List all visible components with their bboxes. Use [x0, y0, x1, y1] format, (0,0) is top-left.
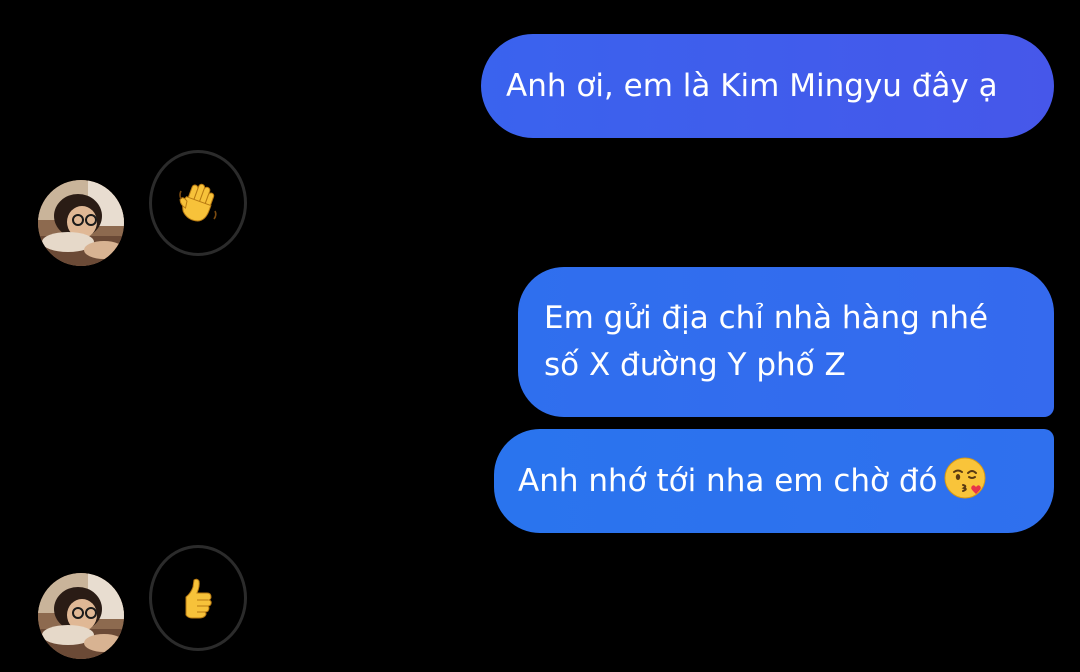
avatar-photo	[38, 573, 124, 659]
reaction-bubble[interactable]	[149, 545, 247, 651]
sent-message-bubble[interactable]: Anh nhớ tới nha em chờ đó	[494, 429, 1054, 533]
avatar-photo	[38, 180, 124, 266]
message-text: Anh nhớ tới nha em chờ đó	[518, 462, 938, 499]
sent-message-bubble[interactable]: Em gửi địa chỉ nhà hàng nhé số X đường Y…	[518, 267, 1054, 417]
reaction-bubble[interactable]	[149, 150, 247, 256]
contact-avatar[interactable]	[38, 573, 124, 659]
contact-avatar[interactable]	[38, 180, 124, 266]
message-text: Anh ơi, em là Kim Mingyu đây ạ	[506, 67, 998, 104]
message-text-line: Em gửi địa chỉ nhà hàng nhé	[544, 300, 989, 336]
waving-hand-icon	[179, 183, 217, 222]
kissing-face-icon	[944, 457, 986, 499]
thumbs-up-icon	[185, 578, 212, 619]
sent-message-bubble[interactable]: Anh ơi, em là Kim Mingyu đây ạ	[481, 34, 1054, 138]
message-text-line: số X đường Y phố Z	[544, 347, 846, 383]
